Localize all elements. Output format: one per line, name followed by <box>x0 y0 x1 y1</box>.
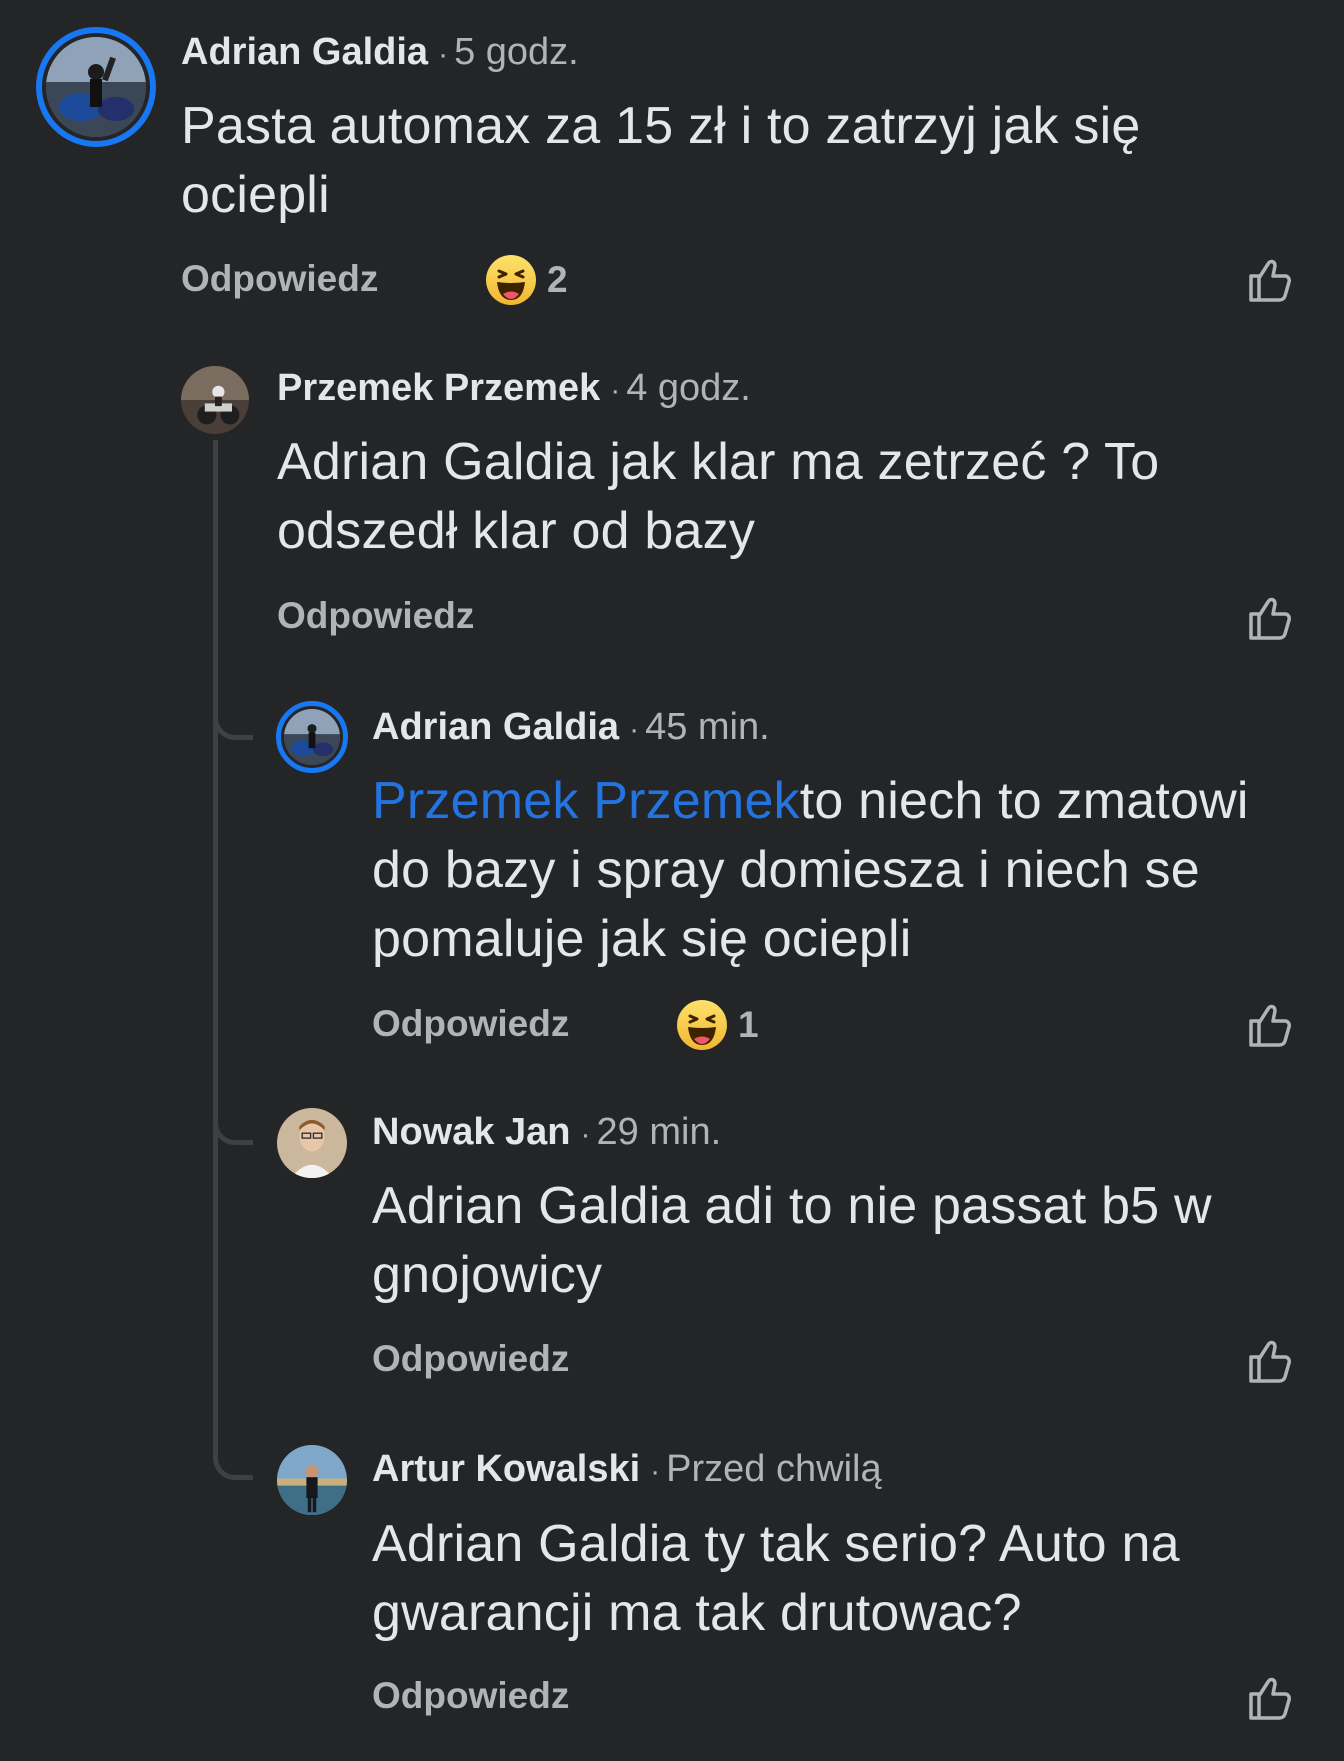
avatar[interactable] <box>181 366 249 434</box>
reply-comment: Przemek Przemek · 4 godz. Adrian Galdia ja… <box>0 330 1344 650</box>
comment-header: Artur Kowalski · Przed chwilą <box>372 1447 882 1494</box>
author-name[interactable]: Artur Kowalski <box>372 1448 640 1490</box>
timestamp[interactable]: Przed chwilą <box>666 1448 881 1490</box>
comment-header: Adrian Galdia · 5 godz. <box>181 30 579 77</box>
avatar[interactable] <box>36 27 156 147</box>
like-icon[interactable] <box>1245 1672 1297 1724</box>
motorcycle-photo-icon <box>46 37 146 137</box>
person-photo-icon <box>277 1445 347 1515</box>
person-photo-icon <box>277 1108 347 1178</box>
reaction-summary[interactable]: 2 <box>485 254 568 306</box>
comment-text: Adrian Galdia jak klar ma zetrzeć ? To o… <box>277 433 1160 560</box>
haha-emoji-icon <box>486 255 536 305</box>
author-name[interactable]: Nowak Jan <box>372 1111 571 1153</box>
author-name[interactable]: Przemek Przemek <box>277 367 600 409</box>
comment-text: Adrian Galdia adi to nie passat b5 w gno… <box>372 1177 1212 1304</box>
reply-button[interactable]: Odpowiedz <box>181 258 378 300</box>
separator: · <box>610 374 621 407</box>
reply-button[interactable]: Odpowiedz <box>372 1003 569 1045</box>
mention-link[interactable]: Przemek Przemek <box>372 772 800 830</box>
author-name[interactable]: Adrian Galdia <box>372 706 619 748</box>
motorcycle-photo-icon <box>181 366 249 434</box>
reply-comment: Artur Kowalski · Przed chwilą Adrian Galdi… <box>0 1430 1344 1761</box>
haha-emoji-icon <box>677 1000 727 1050</box>
separator: · <box>650 1455 661 1488</box>
like-icon[interactable] <box>1245 254 1297 306</box>
comment-text: Przemek Przemekto niech to zmatowi do ba… <box>372 767 1312 974</box>
comment: Adrian Galdia · 5 godz. Pasta automax za 1… <box>0 0 1344 320</box>
avatar[interactable] <box>277 1108 347 1178</box>
comment-header: Adrian Galdia · 45 min. <box>372 705 770 752</box>
reply-button[interactable]: Odpowiedz <box>277 595 474 637</box>
comment-text: Adrian Galdia ty tak serio? Auto na gwar… <box>372 1515 1180 1642</box>
reply-button[interactable]: Odpowiedz <box>372 1338 569 1380</box>
motorcycle-photo-icon <box>284 709 340 765</box>
reply-button[interactable]: Odpowiedz <box>372 1675 569 1717</box>
separator: · <box>438 38 449 71</box>
comment-text: Pasta automax za 15 zł i to zatrzyj jak … <box>181 97 1141 224</box>
separator: · <box>580 1118 591 1151</box>
comment-header: Nowak Jan · 29 min. <box>372 1110 721 1157</box>
timestamp[interactable]: 45 min. <box>645 706 770 748</box>
reply-comment: Nowak Jan · 29 min. Adrian Galdia adi to n… <box>0 1095 1344 1415</box>
timestamp[interactable]: 4 godz. <box>626 367 751 409</box>
like-icon[interactable] <box>1245 1335 1297 1387</box>
reply-comment: Adrian Galdia · 45 min. Przemek Przemekto … <box>0 690 1344 1070</box>
avatar[interactable] <box>276 701 348 773</box>
avatar[interactable] <box>277 1445 347 1515</box>
reaction-count: 1 <box>738 1004 759 1045</box>
reaction-count: 2 <box>547 259 568 300</box>
like-icon[interactable] <box>1245 592 1297 644</box>
like-icon[interactable] <box>1245 999 1297 1051</box>
timestamp[interactable]: 5 godz. <box>454 31 579 73</box>
author-name[interactable]: Adrian Galdia <box>181 31 428 73</box>
comment-header: Przemek Przemek · 4 godz. <box>277 366 751 413</box>
reaction-summary[interactable]: 1 <box>676 999 759 1051</box>
timestamp[interactable]: 29 min. <box>597 1111 722 1153</box>
separator: · <box>629 713 640 746</box>
